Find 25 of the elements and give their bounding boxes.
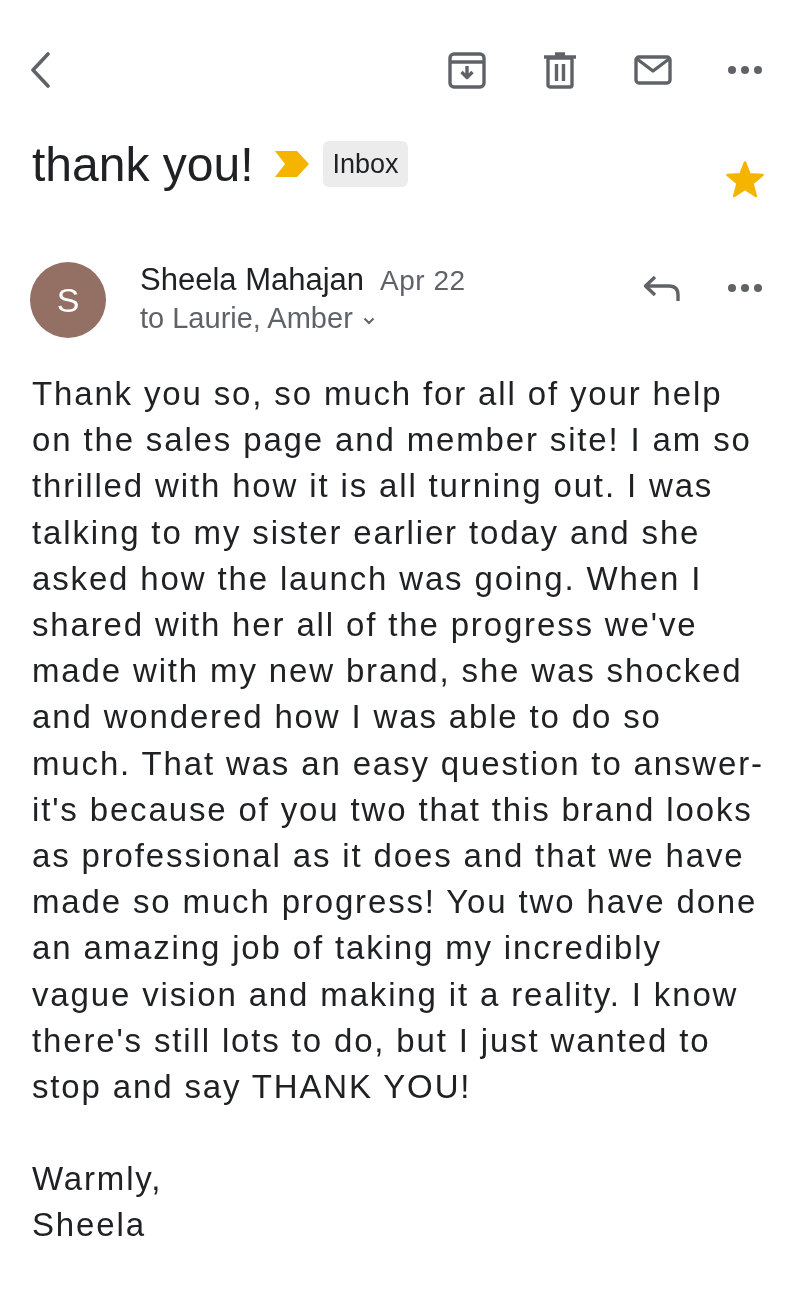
body-paragraph: Warmly, Sheela [32,1159,164,1246]
caret-icon [362,316,375,325]
star-icon [726,161,764,198]
more-button[interactable] [728,66,762,74]
more-icon [728,284,762,292]
message-more-button[interactable] [728,284,762,292]
archive-icon [448,51,486,89]
mark-unread-button[interactable] [634,55,672,85]
reply-button[interactable] [643,275,680,302]
label-chip: Inbox [323,141,408,187]
email-date: Apr 22 [380,265,466,297]
archive-button[interactable] [448,51,486,89]
delete-button[interactable] [544,51,576,89]
back-button[interactable] [30,52,50,88]
reply-icon [643,275,680,302]
recipients-toggle[interactable]: to Laurie, Amber [140,302,466,335]
mail-icon [634,55,672,85]
body-paragraph: Thank you so, so much for all of your help on the sales page and member site! I am so thrilled with how it is all turning out. I was talking to my sister earlier today and she asked how the launch was going. When I shared with her all of the progress we've made with my new brand, she was shocked and wondered how I was able to do so much. That was an easy question to answer- it's because of you two that this brand looks as professional as it does and that we have made so much progress! You two have done an amazing job of taking my incredibly vague vision and making it a reality. I know there's still lots to do, but I just wanted to stop and say THANK YOU! [32,374,765,1108]
more-icon [728,66,762,74]
star-button[interactable] [726,161,764,198]
trash-icon [544,51,576,89]
back-icon [30,52,50,88]
email-subject: thank you! [32,136,254,192]
sender-avatar: S [30,262,106,338]
sender-name: Sheela Mahajan [140,262,365,298]
